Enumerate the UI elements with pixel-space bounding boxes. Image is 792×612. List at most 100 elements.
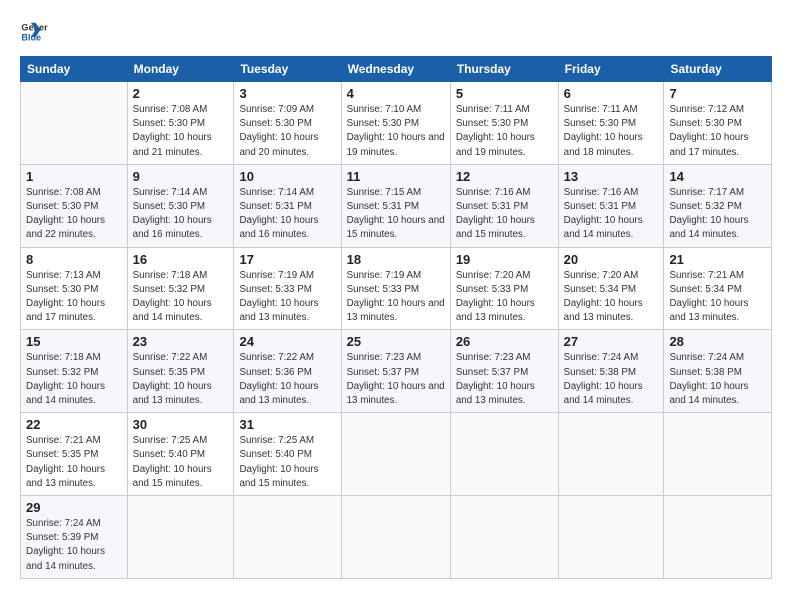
calendar-week-row: 29 Sunrise: 7:24 AM Sunset: 5:39 PM Dayli…: [21, 496, 772, 579]
day-number: 17: [239, 252, 335, 267]
day-number: 8: [26, 252, 122, 267]
day-number: 27: [564, 334, 659, 349]
calendar-cell: 2 Sunrise: 7:08 AM Sunset: 5:30 PM Daylig…: [127, 82, 234, 165]
calendar-cell: 24 Sunrise: 7:22 AM Sunset: 5:36 PM Dayli…: [234, 330, 341, 413]
day-info: Sunrise: 7:10 AM Sunset: 5:30 PM Dayligh…: [347, 103, 445, 160]
day-number: 26: [456, 334, 553, 349]
calendar-cell: 11 Sunrise: 7:15 AM Sunset: 5:31 PM Dayli…: [341, 164, 450, 247]
calendar-cell: 18Sunrise: 7:19 AM Sunset: 5:33 PM Dayli…: [341, 247, 450, 330]
calendar-cell: 4Sunrise: 7:10 AM Sunset: 5:30 PM Daylig…: [341, 82, 450, 165]
calendar-cell: 1Sunrise: 7:08 AM Sunset: 5:30 PM Daylig…: [21, 164, 128, 247]
day-number: 9: [133, 169, 229, 184]
day-info: Sunrise: 7:14 AM Sunset: 5:30 PM Dayligh…: [133, 186, 229, 243]
calendar-cell: [341, 413, 450, 496]
calendar-cell: [450, 496, 558, 579]
day-number: 14: [669, 169, 766, 184]
day-info: Sunrise: 7:25 AM Sunset: 5:40 PM Dayligh…: [133, 434, 229, 491]
calendar-cell: 10 Sunrise: 7:14 AM Sunset: 5:31 PM Dayli…: [234, 164, 341, 247]
day-info: Sunrise: 7:15 AM Sunset: 5:31 PM Dayligh…: [347, 186, 445, 243]
day-info: Sunrise: 7:09 AM Sunset: 5:30 PM Dayligh…: [239, 103, 335, 160]
calendar-cell: 31Sunrise: 7:25 AM Sunset: 5:40 PM Dayli…: [234, 413, 341, 496]
day-info: Sunrise: 7:08 AM Sunset: 5:30 PM Dayligh…: [133, 103, 229, 160]
day-info: Sunrise: 7:22 AM Sunset: 5:35 PM Dayligh…: [133, 351, 229, 408]
day-number: 21: [669, 252, 766, 267]
day-info: Sunrise: 7:18 AM Sunset: 5:32 PM Dayligh…: [133, 269, 229, 326]
calendar-cell: [450, 413, 558, 496]
col-header-thursday: Thursday: [450, 57, 558, 82]
day-info: Sunrise: 7:14 AM Sunset: 5:31 PM Dayligh…: [239, 186, 335, 243]
day-number: 3: [239, 86, 335, 101]
day-number: 25: [347, 334, 445, 349]
calendar-week-row: 22 Sunrise: 7:21 AM Sunset: 5:35 PM Dayli…: [21, 413, 772, 496]
calendar-cell: 9 Sunrise: 7:14 AM Sunset: 5:30 PM Daylig…: [127, 164, 234, 247]
day-info: Sunrise: 7:08 AM Sunset: 5:30 PM Dayligh…: [26, 186, 122, 243]
day-number: 29: [26, 500, 122, 515]
col-header-wednesday: Wednesday: [341, 57, 450, 82]
day-info: Sunrise: 7:16 AM Sunset: 5:31 PM Dayligh…: [456, 186, 553, 243]
calendar-cell: 17 Sunrise: 7:19 AM Sunset: 5:33 PM Dayli…: [234, 247, 341, 330]
day-info: Sunrise: 7:19 AM Sunset: 5:33 PM Dayligh…: [239, 269, 335, 326]
day-number: 12: [456, 169, 553, 184]
calendar-week-row: 8 Sunrise: 7:13 AM Sunset: 5:30 PM Daylig…: [21, 247, 772, 330]
day-number: 24: [239, 334, 335, 349]
calendar-cell: 21 Sunrise: 7:21 AM Sunset: 5:34 PM Dayli…: [664, 247, 772, 330]
day-number: 16: [133, 252, 229, 267]
calendar-week-row: 2 Sunrise: 7:08 AM Sunset: 5:30 PM Daylig…: [21, 82, 772, 165]
header: General Blue: [20, 18, 772, 46]
day-info: Sunrise: 7:20 AM Sunset: 5:34 PM Dayligh…: [564, 269, 659, 326]
day-number: 20: [564, 252, 659, 267]
svg-text:Blue: Blue: [21, 32, 41, 42]
calendar-cell: 28 Sunrise: 7:24 AM Sunset: 5:38 PM Dayli…: [664, 330, 772, 413]
day-info: Sunrise: 7:20 AM Sunset: 5:33 PM Dayligh…: [456, 269, 553, 326]
calendar-cell: 12 Sunrise: 7:16 AM Sunset: 5:31 PM Dayli…: [450, 164, 558, 247]
day-info: Sunrise: 7:23 AM Sunset: 5:37 PM Dayligh…: [347, 351, 445, 408]
calendar-cell: [127, 496, 234, 579]
calendar-week-row: 15 Sunrise: 7:18 AM Sunset: 5:32 PM Dayli…: [21, 330, 772, 413]
day-info: Sunrise: 7:18 AM Sunset: 5:32 PM Dayligh…: [26, 351, 122, 408]
calendar-week-row: 1Sunrise: 7:08 AM Sunset: 5:30 PM Daylig…: [21, 164, 772, 247]
day-number: 7: [669, 86, 766, 101]
calendar-cell: 13 Sunrise: 7:16 AM Sunset: 5:31 PM Dayli…: [558, 164, 664, 247]
calendar-table: SundayMondayTuesdayWednesdayThursdayFrid…: [20, 56, 772, 579]
day-info: Sunrise: 7:24 AM Sunset: 5:38 PM Dayligh…: [564, 351, 659, 408]
day-number: 22: [26, 417, 122, 432]
day-info: Sunrise: 7:16 AM Sunset: 5:31 PM Dayligh…: [564, 186, 659, 243]
day-info: Sunrise: 7:13 AM Sunset: 5:30 PM Dayligh…: [26, 269, 122, 326]
day-number: 28: [669, 334, 766, 349]
calendar-cell: 5Sunrise: 7:11 AM Sunset: 5:30 PM Daylig…: [450, 82, 558, 165]
calendar-cell: 25 Sunrise: 7:23 AM Sunset: 5:37 PM Dayli…: [341, 330, 450, 413]
day-number: 23: [133, 334, 229, 349]
calendar-cell: 26 Sunrise: 7:23 AM Sunset: 5:37 PM Dayli…: [450, 330, 558, 413]
col-header-monday: Monday: [127, 57, 234, 82]
day-info: Sunrise: 7:24 AM Sunset: 5:39 PM Dayligh…: [26, 517, 122, 574]
day-number: 6: [564, 86, 659, 101]
logo: General Blue: [20, 18, 52, 46]
day-number: 2: [133, 86, 229, 101]
col-header-tuesday: Tuesday: [234, 57, 341, 82]
calendar-cell: 27 Sunrise: 7:24 AM Sunset: 5:38 PM Dayli…: [558, 330, 664, 413]
day-info: Sunrise: 7:21 AM Sunset: 5:34 PM Dayligh…: [669, 269, 766, 326]
calendar-cell: 29 Sunrise: 7:24 AM Sunset: 5:39 PM Dayli…: [21, 496, 128, 579]
calendar-cell: 30Sunrise: 7:25 AM Sunset: 5:40 PM Dayli…: [127, 413, 234, 496]
calendar-cell: 14 Sunrise: 7:17 AM Sunset: 5:32 PM Dayli…: [664, 164, 772, 247]
day-info: Sunrise: 7:11 AM Sunset: 5:30 PM Dayligh…: [456, 103, 553, 160]
day-info: Sunrise: 7:25 AM Sunset: 5:40 PM Dayligh…: [239, 434, 335, 491]
day-info: Sunrise: 7:11 AM Sunset: 5:30 PM Dayligh…: [564, 103, 659, 160]
calendar-cell: [21, 82, 128, 165]
day-info: Sunrise: 7:21 AM Sunset: 5:35 PM Dayligh…: [26, 434, 122, 491]
calendar-cell: [558, 413, 664, 496]
day-info: Sunrise: 7:17 AM Sunset: 5:32 PM Dayligh…: [669, 186, 766, 243]
day-number: 15: [26, 334, 122, 349]
col-header-sunday: Sunday: [21, 57, 128, 82]
day-info: Sunrise: 7:23 AM Sunset: 5:37 PM Dayligh…: [456, 351, 553, 408]
day-info: Sunrise: 7:22 AM Sunset: 5:36 PM Dayligh…: [239, 351, 335, 408]
day-number: 13: [564, 169, 659, 184]
calendar-cell: 7Sunrise: 7:12 AM Sunset: 5:30 PM Daylig…: [664, 82, 772, 165]
calendar-cell: 19Sunrise: 7:20 AM Sunset: 5:33 PM Dayli…: [450, 247, 558, 330]
calendar-header-row: SundayMondayTuesdayWednesdayThursdayFrid…: [21, 57, 772, 82]
calendar-cell: 6 Sunrise: 7:11 AM Sunset: 5:30 PM Daylig…: [558, 82, 664, 165]
calendar-cell: 22 Sunrise: 7:21 AM Sunset: 5:35 PM Dayli…: [21, 413, 128, 496]
day-number: 10: [239, 169, 335, 184]
day-info: Sunrise: 7:24 AM Sunset: 5:38 PM Dayligh…: [669, 351, 766, 408]
day-number: 11: [347, 169, 445, 184]
